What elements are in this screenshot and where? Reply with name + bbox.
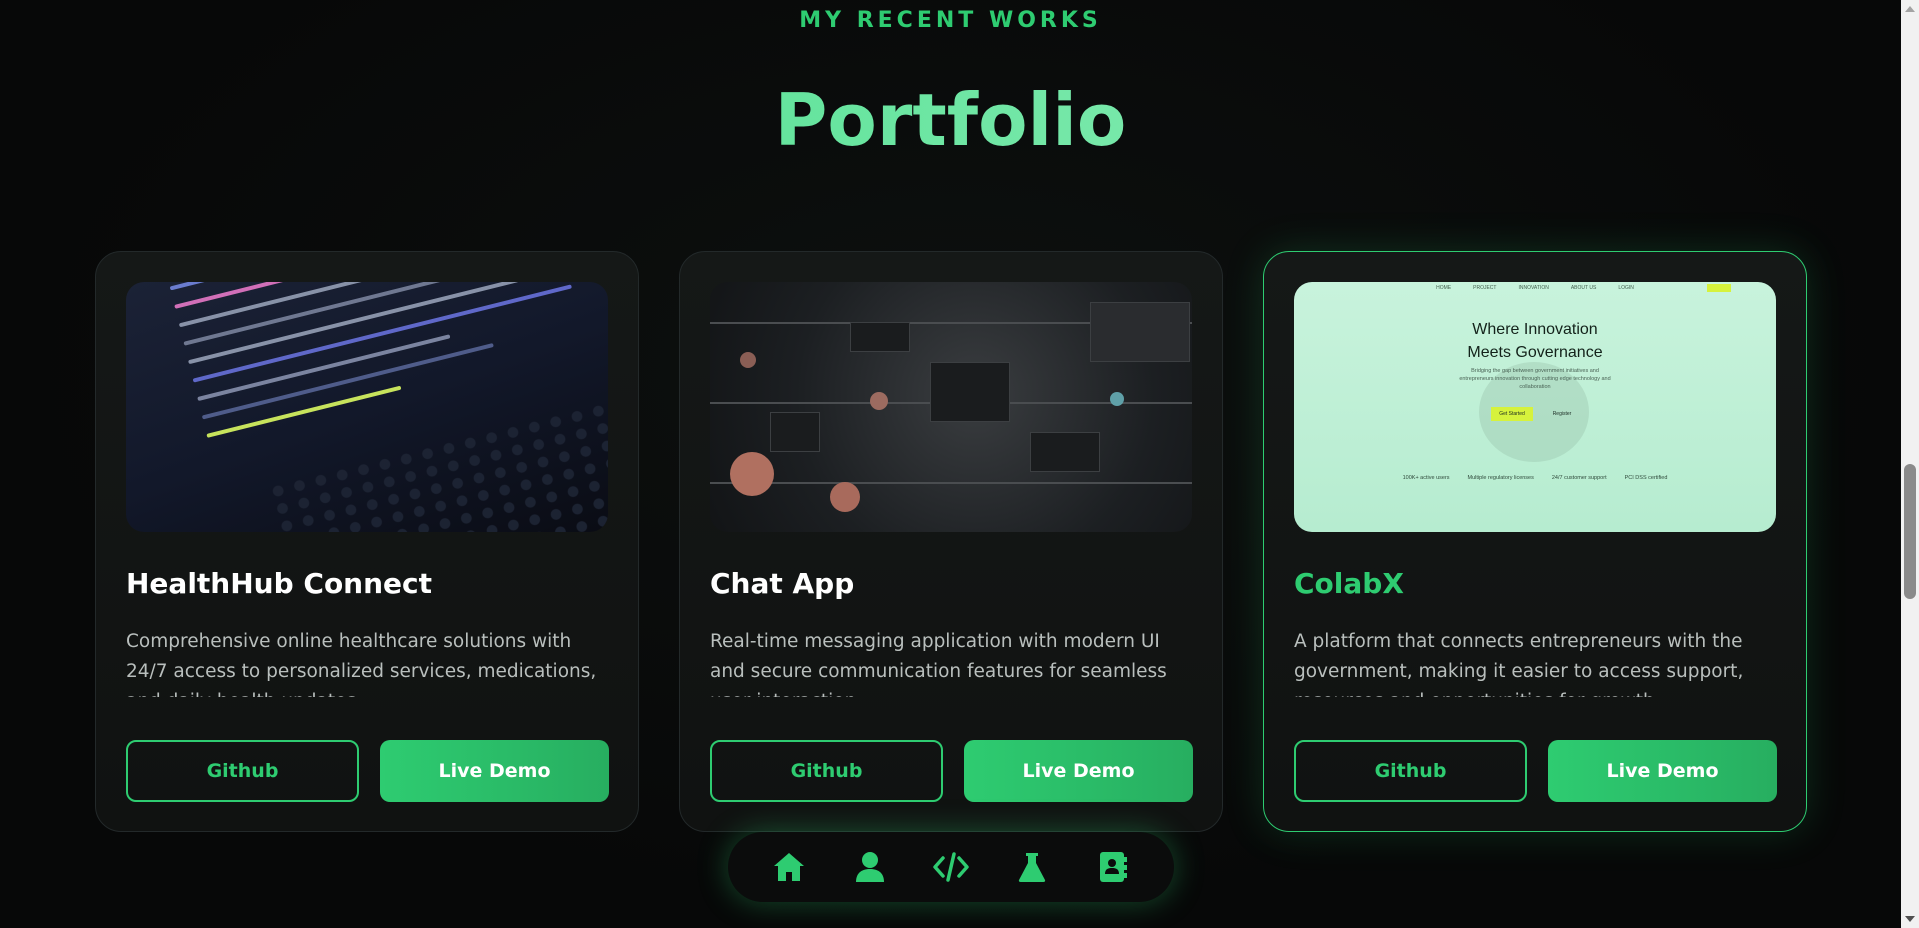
bottom-nav-dock (728, 832, 1174, 902)
project-title: ColabX (1294, 567, 1404, 600)
project-thumbnail (126, 282, 608, 532)
github-button[interactable]: Github (710, 740, 943, 802)
scroll-down-arrow-icon[interactable] (1905, 916, 1915, 922)
user-icon[interactable] (850, 847, 890, 887)
project-card-chat-app: Chat App Real-time messaging application… (679, 251, 1223, 832)
home-icon[interactable] (769, 847, 809, 887)
section-title: Portfolio (0, 78, 1901, 162)
vertical-scrollbar[interactable] (1901, 0, 1919, 928)
project-description: Real-time messaging application with mod… (710, 631, 1167, 697)
project-title: Chat App (710, 567, 855, 600)
live-demo-button[interactable]: Live Demo (380, 740, 609, 802)
github-button[interactable]: Github (126, 740, 359, 802)
flask-icon[interactable] (1012, 847, 1052, 887)
live-demo-button[interactable]: Live Demo (964, 740, 1193, 802)
contact-book-icon[interactable] (1093, 847, 1133, 887)
github-button[interactable]: Github (1294, 740, 1527, 802)
preview-register: Register (1552, 411, 1572, 417)
preview-nav: HOME PROJECT INNOVATION ABOUT US LOGIN (1436, 285, 1634, 291)
portfolio-section: MY RECENT WORKS Portfolio HealthHub Conn… (0, 0, 1901, 928)
project-card-healthhub: HealthHub Connect Comprehensive online h… (95, 251, 639, 832)
project-thumbnail (710, 282, 1192, 532)
project-description: Comprehensive online healthcare solution… (126, 631, 597, 697)
preview-get-started: Get Started (1491, 407, 1533, 421)
project-description: A platform that connects entrepreneurs w… (1294, 631, 1744, 697)
preview-heading: Where Innovation Meets Governance (1467, 321, 1603, 361)
project-thumbnail: HOME PROJECT INNOVATION ABOUT US LOGIN W… (1294, 282, 1776, 532)
project-title: HealthHub Connect (126, 567, 433, 600)
live-demo-button[interactable]: Live Demo (1548, 740, 1777, 802)
preview-stats: 100K+ active users Multiple regulatory l… (1402, 475, 1668, 481)
scrollbar-thumb[interactable] (1904, 464, 1916, 599)
code-icon[interactable] (931, 847, 971, 887)
scroll-up-arrow-icon[interactable] (1905, 6, 1915, 12)
section-eyebrow: MY RECENT WORKS (799, 8, 1102, 33)
project-card-colabx: HOME PROJECT INNOVATION ABOUT US LOGIN W… (1263, 251, 1807, 832)
preview-subtext: Bridging the gap between government init… (1459, 368, 1611, 390)
